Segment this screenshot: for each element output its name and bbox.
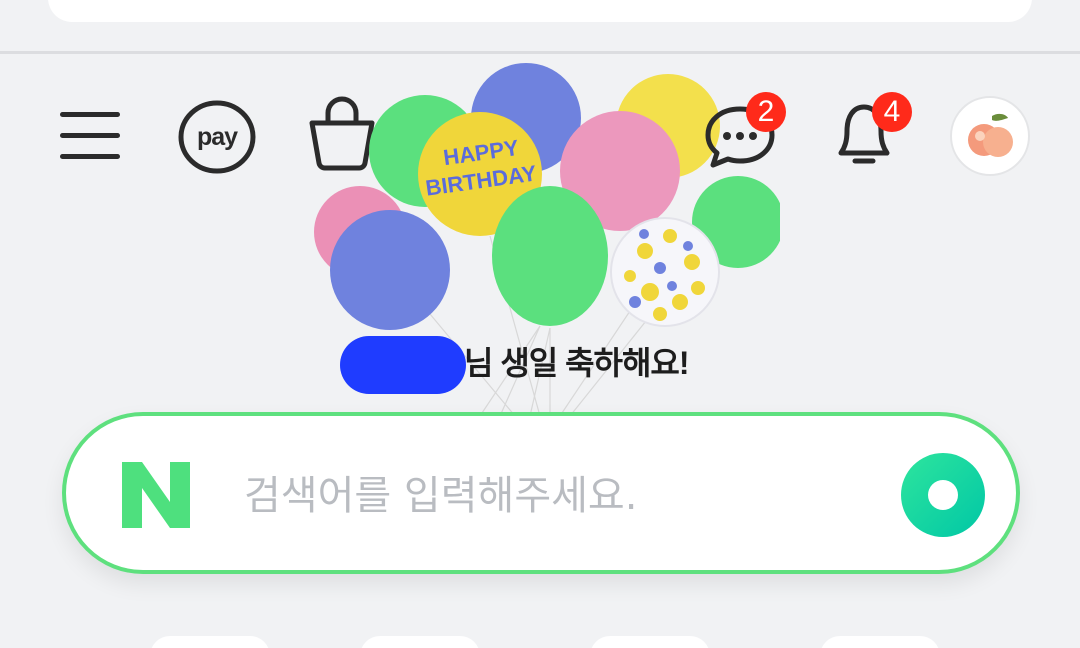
peach-avatar-icon (968, 113, 1013, 157)
chat-count-badge: 2 (746, 92, 786, 132)
pay-label: pay (196, 122, 238, 151)
previous-card (48, 0, 1032, 22)
birthday-greeting: 님 생일 축하해요! (340, 336, 690, 394)
divider (0, 51, 1080, 54)
greeting-text: 님 생일 축하해요! (464, 345, 690, 381)
green-dot-button[interactable] (900, 452, 986, 538)
shortcut-pill[interactable] (360, 636, 480, 648)
notification-count-badge: 4 (872, 92, 912, 132)
shortcut-pill[interactable] (590, 636, 710, 648)
profile-avatar[interactable] (950, 96, 1030, 176)
green-dot-icon (901, 453, 985, 537)
menu-button[interactable] (56, 106, 124, 166)
search-bar[interactable] (62, 412, 1020, 574)
shortcut-pill[interactable] (820, 636, 940, 648)
search-input[interactable] (244, 466, 884, 526)
naver-pay-button[interactable]: pay (176, 100, 258, 174)
naver-logo-icon (122, 462, 190, 528)
shortcut-pill[interactable] (150, 636, 270, 648)
redacted-username (340, 336, 466, 394)
menu-icon (60, 112, 120, 159)
